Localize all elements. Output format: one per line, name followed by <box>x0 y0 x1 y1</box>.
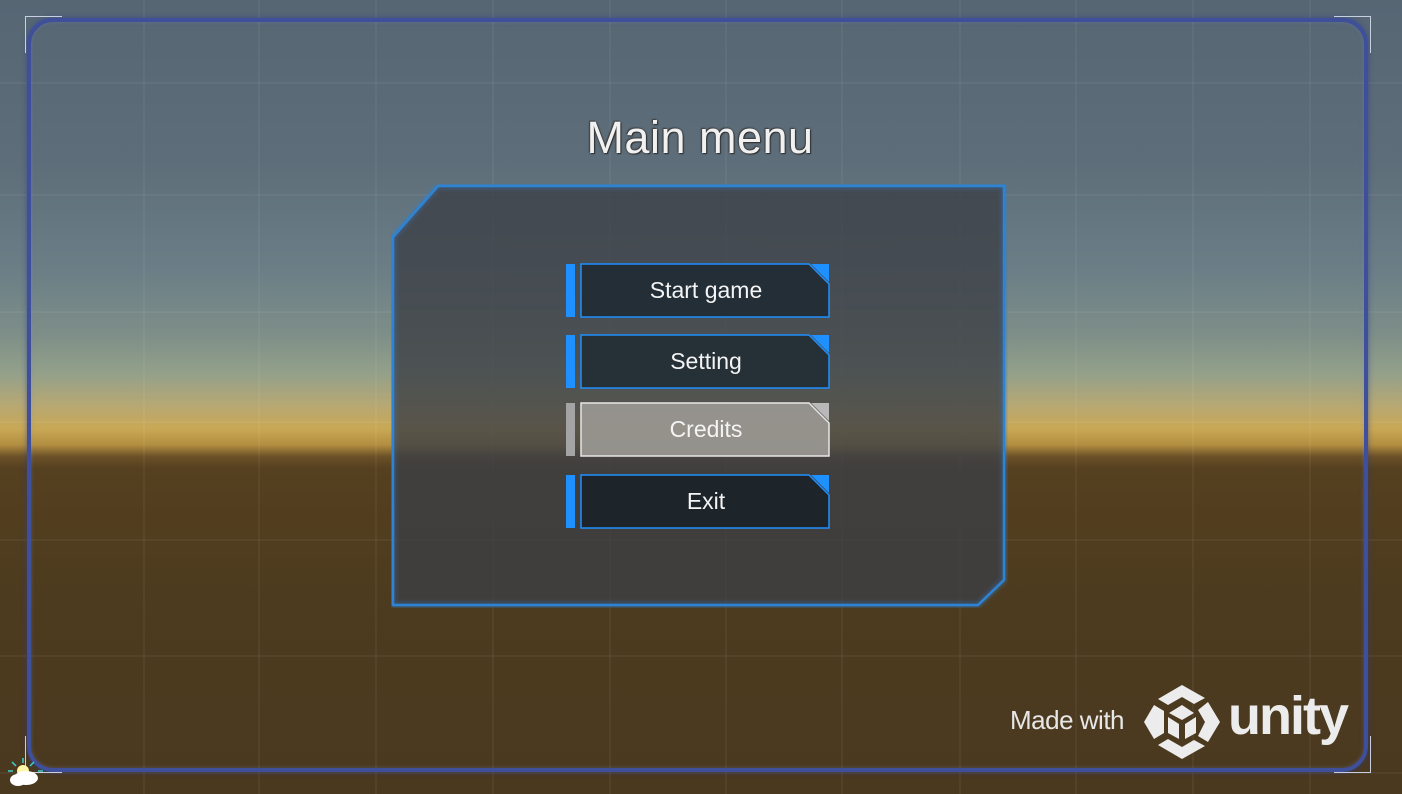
start-game-label: Start game <box>649 277 763 303</box>
menu-panel <box>391 184 1006 607</box>
made-with-text: Made with <box>1010 705 1125 735</box>
menu-title: Main menu <box>586 112 814 163</box>
setting-label: Setting <box>670 348 742 374</box>
start-game-button[interactable]: Start game <box>565 263 831 319</box>
credits-label: Credits <box>669 416 743 442</box>
unity-wordmark: unity <box>1228 686 1349 746</box>
credits-button[interactable]: Credits <box>565 402 831 458</box>
directional-light-gizmo-icon[interactable] <box>6 756 46 790</box>
exit-label: Exit <box>686 488 726 514</box>
canvas-corner-marker <box>25 16 62 53</box>
setting-button[interactable]: Setting <box>565 334 831 390</box>
game-viewport: Main menu Start game Setting Credits Exi… <box>0 0 1402 794</box>
unity-cube-logo-icon <box>1144 685 1220 759</box>
canvas-corner-marker <box>1334 16 1371 53</box>
exit-button[interactable]: Exit <box>565 474 831 530</box>
